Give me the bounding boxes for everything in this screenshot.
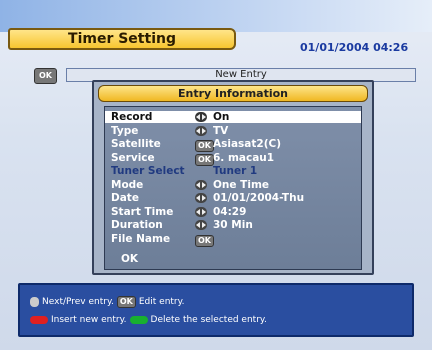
help-delete-text: Delete the selected entry. <box>150 315 267 325</box>
entry-row-mode[interactable]: Mode One Time <box>105 179 361 191</box>
entry-row-start-time[interactable]: Start Time 04:29 <box>105 206 361 218</box>
green-button-icon <box>129 316 148 324</box>
entry-label: Mode <box>111 178 144 191</box>
ok-button[interactable]: OK <box>105 253 361 265</box>
ok-key-icon: OK <box>195 139 214 152</box>
screen-title: Timer Setting <box>68 31 176 47</box>
entry-value: On <box>213 111 230 123</box>
entry-value: TV <box>213 124 229 137</box>
entry-row-service[interactable]: Service OK 6. macau1 <box>105 151 361 166</box>
red-button-icon <box>30 316 48 324</box>
entry-row-file-name[interactable]: File Name OK <box>105 232 361 247</box>
entry-row-duration[interactable]: Duration 30 Min <box>105 219 361 231</box>
up-down-arrow-icon <box>30 297 39 307</box>
entry-value: Asiasat2(C) <box>213 138 282 150</box>
entry-label: Date <box>111 192 139 204</box>
entry-row-record[interactable]: Record On <box>105 111 361 123</box>
entry-value: 01/01/2004-Thu <box>213 192 305 204</box>
ok-key-icon: OK <box>195 153 214 166</box>
ok-key-icon: OK <box>116 296 136 308</box>
entry-value: 30 Min <box>213 219 253 231</box>
left-right-arrow-icon <box>195 112 207 125</box>
left-right-arrow-icon <box>195 193 207 206</box>
help-line-1: Next/Prev entry. OK Edit entry. <box>30 296 185 308</box>
entry-row-tuner-select: Tuner Select Tuner 1 <box>105 165 361 177</box>
ok-button-label: OK <box>121 253 139 265</box>
left-right-arrow-icon <box>195 179 207 193</box>
help-line-2: Insert new entry. Delete the selected en… <box>30 315 267 325</box>
entry-information-dialog: Entry Information Record On Type TV Satellit… <box>92 80 374 275</box>
help-insert-text: Insert new entry. <box>51 315 127 325</box>
entry-value: Tuner 1 <box>213 165 258 177</box>
entry-fields-panel: Record On Type TV Satellite OK Asiasat2(C) Serv… <box>104 106 362 270</box>
entry-label: Duration <box>111 219 163 231</box>
left-right-arrow-icon <box>195 206 207 220</box>
entry-label: Type <box>111 124 139 137</box>
help-edit-text: Edit entry. <box>138 297 185 307</box>
dialog-title: Entry Information <box>98 85 368 102</box>
entry-label: File Name <box>111 232 171 245</box>
entry-value: 6. macau1 <box>213 151 275 164</box>
entry-label: Satellite <box>111 138 161 150</box>
entry-label: Service <box>111 151 155 164</box>
screen-title-tab: Timer Setting <box>8 28 236 50</box>
left-right-arrow-icon <box>195 125 207 139</box>
datetime-display: 01/01/2004 04:26 <box>300 41 409 54</box>
entry-row-date[interactable]: Date 01/01/2004-Thu <box>105 192 361 204</box>
entry-label: Tuner Select <box>111 165 185 177</box>
entry-value: 04:29 <box>213 205 247 218</box>
ok-key-icon: OK <box>195 234 214 247</box>
entry-value: One Time <box>213 178 270 191</box>
entry-row-satellite[interactable]: Satellite OK Asiasat2(C) <box>105 138 361 152</box>
entry-row-type[interactable]: Type TV <box>105 125 361 137</box>
help-bar: Next/Prev entry. OK Edit entry. Insert n… <box>18 283 414 337</box>
left-right-arrow-icon <box>195 220 207 233</box>
help-next-prev-text: Next/Prev entry. <box>42 297 114 307</box>
entry-label: Start Time <box>111 205 174 218</box>
entry-label: Record <box>111 111 153 123</box>
ok-key-icon: OK <box>34 68 57 84</box>
